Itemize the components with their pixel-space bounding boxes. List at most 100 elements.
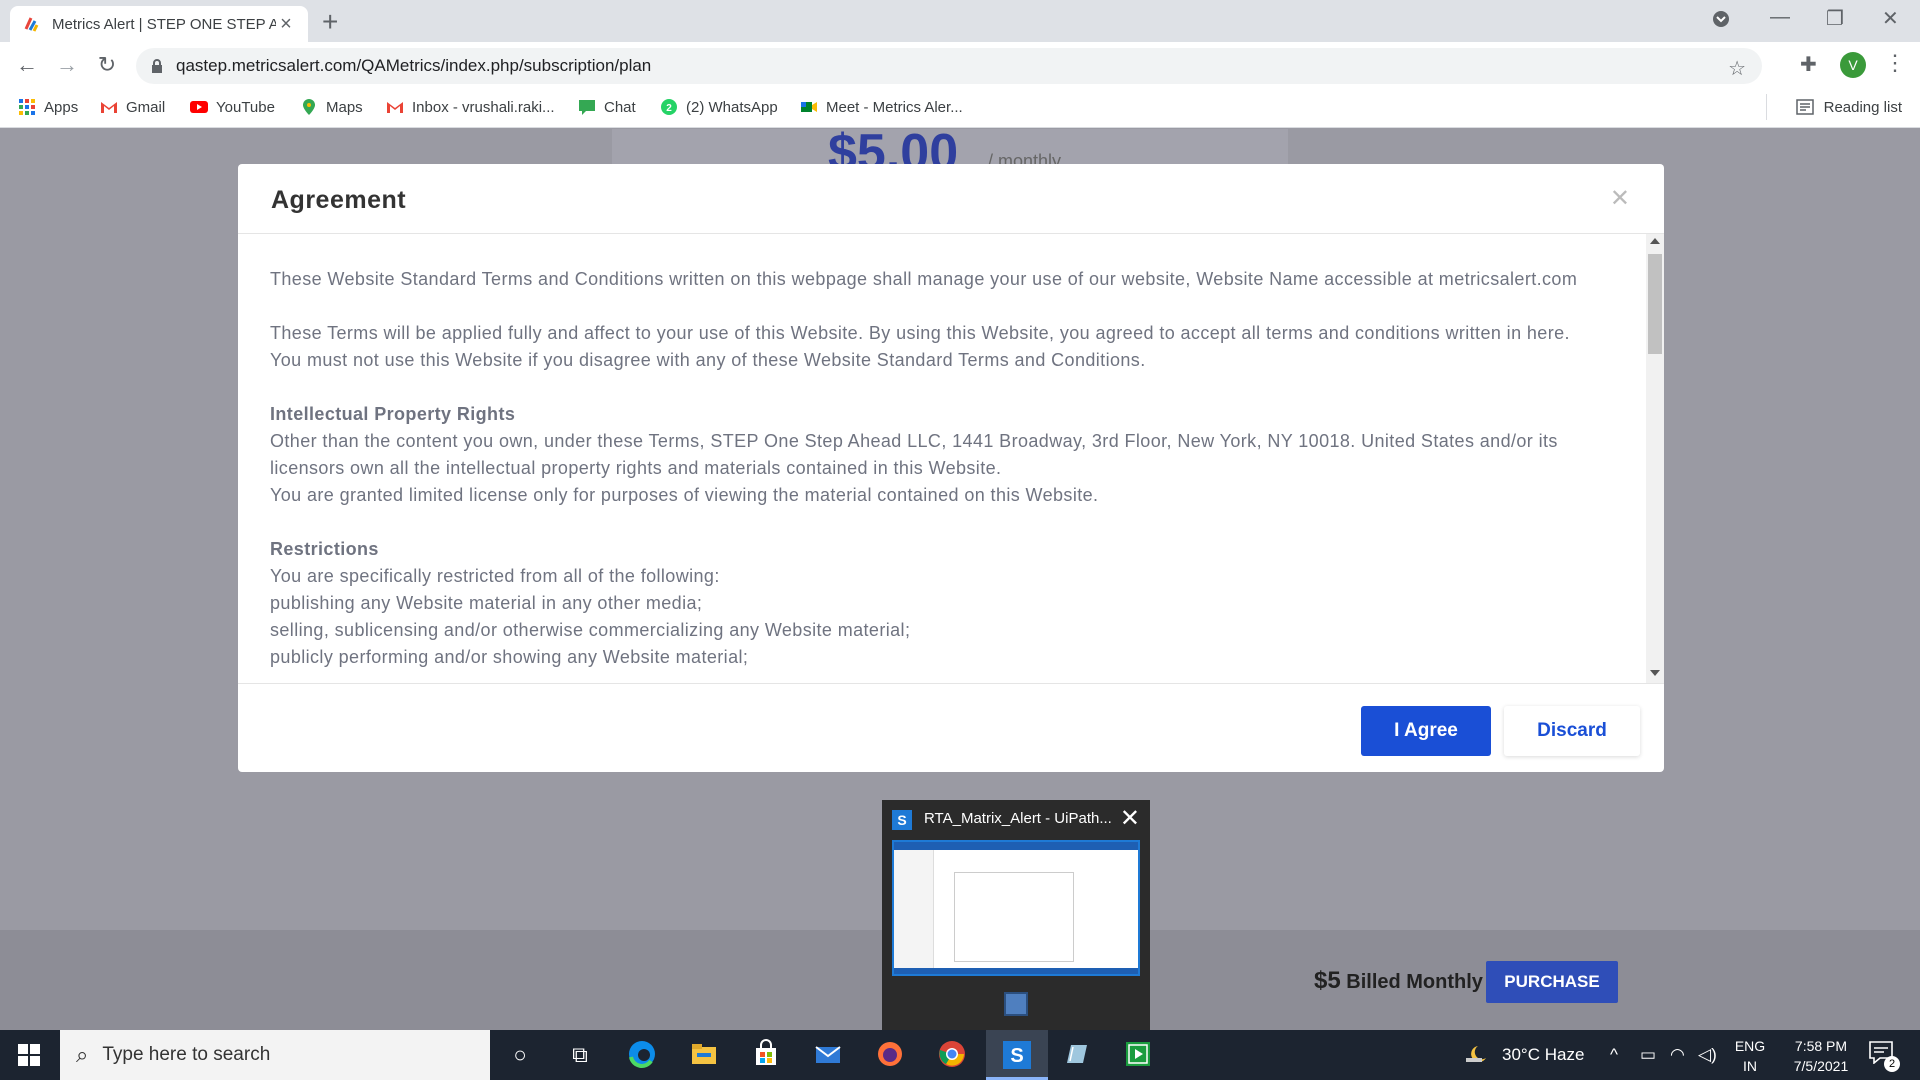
weather-text[interactable]: 30°C Haze <box>1502 1045 1584 1065</box>
preview-statusbar <box>894 968 1138 974</box>
preview-canvas <box>954 872 1074 962</box>
file-explorer-icon[interactable] <box>688 1039 720 1071</box>
meet-icon <box>801 102 817 112</box>
discard-button[interactable]: Discard <box>1504 706 1640 756</box>
scroll-thumb[interactable] <box>1648 254 1662 354</box>
language-code: ENG <box>1734 1038 1766 1054</box>
restrictions-intro: You are specifically restricted from all… <box>270 566 720 586</box>
preview-close-icon[interactable]: ✕ <box>1120 804 1140 833</box>
wifi-icon[interactable]: ◠ <box>1670 1045 1685 1065</box>
restriction-item: publishing any Website material in any o… <box>270 593 703 613</box>
firefox-icon[interactable] <box>874 1039 906 1071</box>
purchase-button[interactable]: PURCHASE <box>1486 961 1618 1003</box>
bookmark-apps[interactable]: Apps <box>18 98 78 116</box>
region-code: IN <box>1743 1058 1757 1074</box>
restrictions-heading: Restrictions <box>270 539 379 559</box>
browser-tab-strip: Metrics Alert | STEP ONE STEP AHEAD × + … <box>0 0 1920 42</box>
uipath-studio-icon: S <box>892 810 912 830</box>
restriction-item: publicly performing and/or showing any W… <box>270 647 749 667</box>
address-bar[interactable]: qastep.metricsalert.com/QAMetrics/index.… <box>136 48 1762 84</box>
bookmark-label: Apps <box>44 98 79 116</box>
preview-image[interactable] <box>892 840 1140 976</box>
reading-list-button[interactable]: Reading list <box>1765 94 1902 120</box>
tab-title: Metrics Alert | STEP ONE STEP AHEAD <box>52 15 276 33</box>
minimize-icon[interactable]: — <box>1770 6 1790 29</box>
terms-paragraph: These Website Standard Terms and Conditi… <box>270 269 1578 289</box>
bookmark-label: YouTube <box>216 98 275 116</box>
bookmark-maps[interactable]: Maps <box>300 98 363 116</box>
media-player-icon[interactable] <box>1122 1039 1154 1071</box>
bookmark-star-icon[interactable]: ☆ <box>1728 56 1746 81</box>
uipath-studio-icon: S <box>1003 1041 1031 1069</box>
billed-text: $5 Billed Monthly <box>1314 967 1483 995</box>
preview-titlebar <box>894 842 1138 850</box>
bookmark-label: Meet - Metrics Aler... <box>826 98 963 116</box>
bookmark-inbox[interactable]: Inbox - vrushali.raki... <box>386 98 555 116</box>
apps-grid-icon <box>19 99 35 115</box>
bookmark-whatsapp[interactable]: 2 (2) WhatsApp <box>660 98 778 116</box>
taskbar-search-input[interactable]: ⌕ Type here to search <box>60 1030 490 1080</box>
window-close-icon[interactable]: ✕ <box>1882 6 1899 31</box>
notification-count: 2 <box>1884 1056 1900 1072</box>
windows-start-icon[interactable] <box>18 1044 40 1066</box>
new-tab-icon[interactable]: + <box>322 6 338 38</box>
bookmark-chat[interactable]: Chat <box>578 98 636 116</box>
modal-scrollbar[interactable] <box>1646 234 1664 683</box>
cortana-icon[interactable]: ○ <box>504 1039 536 1071</box>
scroll-up-arrow-icon[interactable] <box>1650 238 1660 244</box>
bookmark-youtube[interactable]: YouTube <box>190 98 275 116</box>
reload-icon[interactable]: ↻ <box>92 50 122 80</box>
battery-icon[interactable]: ▭ <box>1640 1045 1656 1065</box>
reading-list-icon <box>1795 99 1814 115</box>
reading-list-label: Reading list <box>1823 98 1902 116</box>
modal-close-icon[interactable]: ✕ <box>1610 184 1630 213</box>
bookmark-gmail[interactable]: Gmail <box>100 98 165 116</box>
scroll-down-arrow-icon[interactable] <box>1650 670 1660 676</box>
gmail-icon <box>387 102 403 113</box>
billed-amount: $5 <box>1314 967 1341 994</box>
maps-pin-icon <box>303 99 315 115</box>
agree-button[interactable]: I Agree <box>1361 706 1491 756</box>
task-view-icon[interactable]: ⧉ <box>564 1039 596 1071</box>
edge-icon[interactable] <box>626 1039 658 1071</box>
modal-title: Agreement <box>271 186 407 214</box>
browser-tab[interactable]: Metrics Alert | STEP ONE STEP AHEAD × <box>10 6 308 42</box>
preview-small-window-icon[interactable] <box>1004 992 1028 1016</box>
bookmark-label: Chat <box>604 98 636 116</box>
browser-menu-icon[interactable]: ⋮ <box>1884 50 1906 76</box>
bookmark-meet[interactable]: Meet - Metrics Aler... <box>800 98 963 116</box>
forward-icon[interactable]: → <box>52 50 82 80</box>
profile-avatar[interactable]: V <box>1840 52 1866 78</box>
restriction-item: selling, sublicensing and/or otherwise c… <box>270 620 911 640</box>
bookmarks-bar: Apps Gmail YouTube Maps Inbox - vrushali… <box>0 88 1920 128</box>
clock-time: 7:58 PM <box>1794 1038 1848 1054</box>
notes-app-icon[interactable] <box>1060 1039 1092 1071</box>
clock[interactable]: 7:58 PM 7/5/2021 <box>1786 1036 1856 1076</box>
restore-icon[interactable]: ❐ <box>1826 6 1844 31</box>
url-text: qastep.metricsalert.com/QAMetrics/index.… <box>176 56 652 75</box>
mail-icon[interactable] <box>812 1039 844 1071</box>
ip-text: You are granted limited license only for… <box>270 485 1099 505</box>
back-icon[interactable]: ← <box>12 50 42 80</box>
chrome-icon[interactable] <box>936 1039 968 1071</box>
taskbar-window-preview[interactable]: S RTA_Matrix_Alert - UiPath... ✕ <box>882 800 1150 1030</box>
svg-text:S: S <box>1010 1045 1023 1067</box>
language-indicator[interactable]: ENG IN <box>1730 1036 1770 1076</box>
tray-chevron-up-icon[interactable]: ^ <box>1610 1045 1618 1065</box>
tab-close-icon[interactable]: × <box>276 13 296 36</box>
volume-icon[interactable]: ◁) <box>1698 1045 1717 1065</box>
metrics-alert-favicon-icon <box>24 17 39 32</box>
gmail-icon <box>101 102 117 113</box>
youtube-icon <box>190 101 208 113</box>
weather-icon[interactable] <box>1464 1042 1490 1071</box>
notification-center-button[interactable]: 2 <box>1868 1040 1900 1072</box>
modal-body[interactable]: These Website Standard Terms and Conditi… <box>238 234 1664 684</box>
browser-toolbar: ← → ↻ qastep.metricsalert.com/QAMetrics/… <box>0 42 1920 88</box>
modal-header: Agreement ✕ <box>238 164 1664 234</box>
preview-panel <box>894 850 934 974</box>
store-icon[interactable] <box>750 1039 782 1071</box>
extensions-puzzle-icon[interactable]: ✚ <box>1800 52 1817 77</box>
profile-dropdown-icon[interactable] <box>1712 10 1730 34</box>
preview-title: RTA_Matrix_Alert - UiPath... <box>924 810 1112 827</box>
uipath-taskbar-button[interactable]: S <box>986 1030 1048 1080</box>
